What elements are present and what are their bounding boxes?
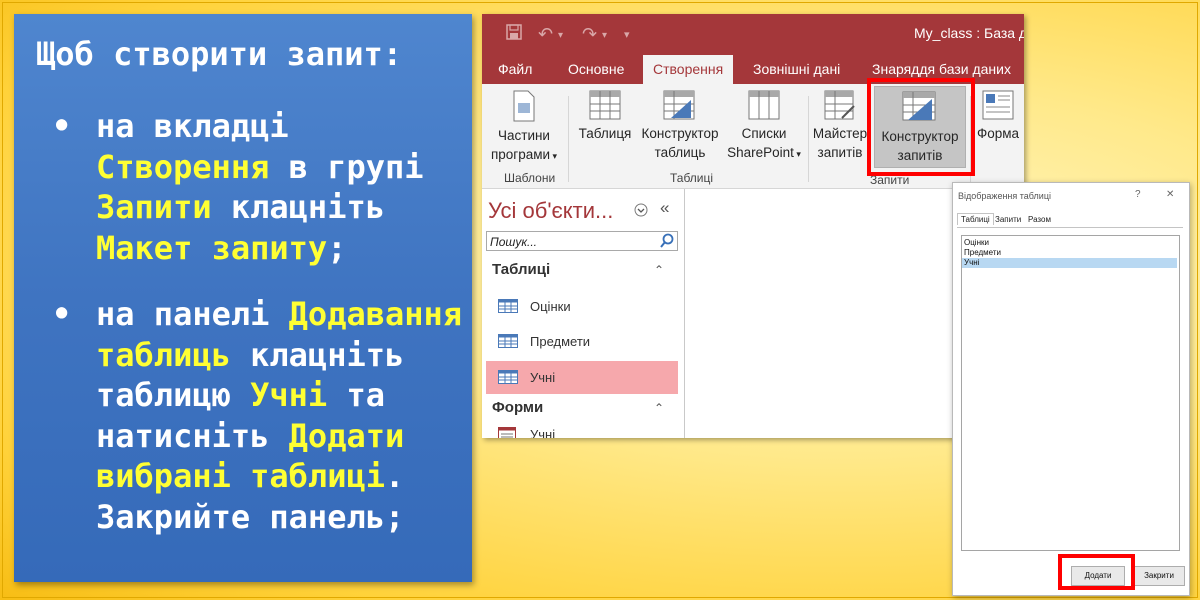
help-icon[interactable]: ? bbox=[1135, 189, 1141, 200]
window-title: My_class : База да bbox=[914, 25, 1024, 41]
chevron-up-icon[interactable]: ⌃ bbox=[654, 263, 664, 277]
table-design-label: таблиць bbox=[654, 145, 706, 160]
nav-item-form[interactable]: Учні bbox=[486, 418, 678, 438]
nav-item-table[interactable]: Оцінки bbox=[486, 290, 678, 323]
dialog-title: Відображення таблиці bbox=[958, 191, 1051, 201]
group-label-tables: Таблиці bbox=[670, 171, 714, 185]
redo-dropdown-icon[interactable]: ▾ bbox=[602, 30, 607, 41]
table-design-label: Конструктор bbox=[641, 126, 719, 141]
group-separator bbox=[568, 96, 569, 182]
step1-text: в групі bbox=[269, 147, 424, 186]
save-icon[interactable] bbox=[506, 24, 522, 45]
table-icon bbox=[589, 90, 621, 120]
customize-qat-icon[interactable]: ▾ bbox=[624, 28, 630, 41]
table-design-icon bbox=[663, 90, 697, 120]
bullet-icon: • bbox=[52, 295, 72, 333]
app-parts-label: програми bbox=[490, 147, 551, 162]
step1-text: ; bbox=[327, 228, 347, 267]
form-icon bbox=[498, 427, 516, 438]
chevron-up-icon[interactable]: ⌃ bbox=[654, 401, 664, 415]
step1-highlight-command: Макет запиту bbox=[96, 228, 328, 267]
nav-item-label: Учні bbox=[530, 427, 556, 438]
table-icon bbox=[498, 299, 518, 318]
step1-text: клацніть bbox=[211, 188, 385, 226]
list-item-selected[interactable]: Учні bbox=[962, 258, 1177, 268]
tab-external-data[interactable]: Зовнішні дані bbox=[753, 61, 840, 77]
list-item[interactable]: Оцінки bbox=[962, 238, 1177, 248]
table-icon bbox=[498, 370, 518, 389]
list-item[interactable]: Предмети bbox=[962, 248, 1177, 258]
sharepoint-lists-button[interactable]: Списки SharePoint ▾ bbox=[724, 90, 804, 164]
collapse-pane-icon[interactable]: « bbox=[660, 198, 669, 218]
section-tables[interactable]: Таблиці bbox=[492, 261, 550, 278]
nav-pane-title[interactable]: Усі об'єкти... bbox=[488, 198, 613, 224]
step1-highlight-tab: Створення bbox=[96, 147, 270, 186]
app-parts-button[interactable]: Частини програми ▾ bbox=[486, 90, 562, 166]
nav-item-label: Учні bbox=[530, 370, 556, 385]
form-icon bbox=[982, 90, 1014, 120]
form-label: Форма bbox=[976, 126, 1020, 141]
group-separator bbox=[808, 96, 809, 182]
tab-create[interactable]: Створення bbox=[643, 55, 734, 84]
nav-item-label: Оцінки bbox=[530, 299, 571, 314]
step1-highlight-group: Запити bbox=[96, 188, 212, 226]
step1-text: на вкладці bbox=[96, 107, 289, 145]
search-icon[interactable] bbox=[659, 233, 675, 254]
step2-highlight-table: Учні bbox=[250, 376, 328, 414]
instruction-heading: Щоб створити запит: bbox=[36, 35, 403, 73]
sharepoint-list-icon bbox=[748, 90, 780, 120]
table-label: Таблиця bbox=[578, 126, 632, 141]
sharepoint-label: SharePoint bbox=[727, 145, 794, 160]
app-parts-icon bbox=[512, 90, 536, 122]
tab-strip-border bbox=[957, 227, 1183, 228]
undo-icon[interactable]: ↶ bbox=[538, 24, 553, 45]
form-button[interactable]: Форма bbox=[972, 90, 1024, 143]
instruction-step-2: • на панелі Додавання таблиць клацніть т… bbox=[52, 294, 466, 537]
table-icon bbox=[498, 334, 518, 353]
show-table-dialog: Відображення таблиці ? ✕ Таблиці Запити … bbox=[952, 182, 1190, 596]
nav-menu-icon[interactable] bbox=[634, 203, 648, 222]
title-bar: ↶ ▾ ↷ ▾ ▾ My_class : База да bbox=[482, 14, 1024, 54]
chevron-down-icon: ▾ bbox=[793, 149, 801, 159]
search-input[interactable]: Пошук... bbox=[486, 231, 678, 251]
close-icon[interactable]: ✕ bbox=[1166, 189, 1174, 200]
group-label-templates: Шаблони bbox=[504, 171, 556, 185]
query-wizard-button[interactable]: Майстер запитів bbox=[812, 90, 868, 162]
tab-home[interactable]: Основне bbox=[568, 61, 624, 77]
table-button[interactable]: Таблиця bbox=[574, 90, 636, 143]
tab-file[interactable]: Файл bbox=[498, 61, 532, 77]
chevron-down-icon: ▾ bbox=[550, 151, 558, 161]
tab-database-tools[interactable]: Знаряддя бази даних bbox=[872, 61, 1011, 77]
table-listbox[interactable]: Оцінки Предмети Учні bbox=[961, 235, 1180, 551]
app-parts-label: Частини bbox=[498, 128, 550, 143]
query-wizard-icon bbox=[824, 90, 856, 120]
dialog-tab-both[interactable]: Разом bbox=[1028, 215, 1051, 224]
table-design-button[interactable]: Конструктор таблиць bbox=[636, 90, 724, 162]
undo-dropdown-icon[interactable]: ▾ bbox=[558, 30, 563, 41]
nav-item-label: Предмети bbox=[530, 334, 591, 349]
instruction-step-1: • на вкладці Створення в групі Запити кл… bbox=[52, 106, 466, 268]
dialog-tab-tables[interactable]: Таблиці bbox=[957, 213, 994, 225]
redo-icon[interactable]: ↷ bbox=[582, 24, 597, 45]
sharepoint-label: Списки bbox=[741, 126, 787, 141]
nav-item-table-selected[interactable]: Учні bbox=[486, 361, 678, 394]
navigation-pane: Усі об'єкти... « Пошук... Таблиці ⌃ Оцін… bbox=[482, 189, 685, 438]
bullet-icon: • bbox=[52, 107, 72, 145]
section-forms[interactable]: Форми bbox=[492, 399, 543, 416]
step2-text: на панелі bbox=[96, 295, 289, 333]
close-button[interactable]: Закрити bbox=[1133, 566, 1185, 586]
highlight-add-button bbox=[1058, 554, 1135, 590]
dialog-tab-queries[interactable]: Запити bbox=[995, 215, 1021, 224]
highlight-query-design bbox=[867, 78, 975, 176]
query-wizard-label: запитів bbox=[817, 145, 863, 160]
instruction-panel: Щоб створити запит: • на вкладці Створен… bbox=[14, 14, 472, 582]
nav-item-table[interactable]: Предмети bbox=[486, 325, 678, 358]
query-wizard-label: Майстер bbox=[812, 126, 868, 141]
